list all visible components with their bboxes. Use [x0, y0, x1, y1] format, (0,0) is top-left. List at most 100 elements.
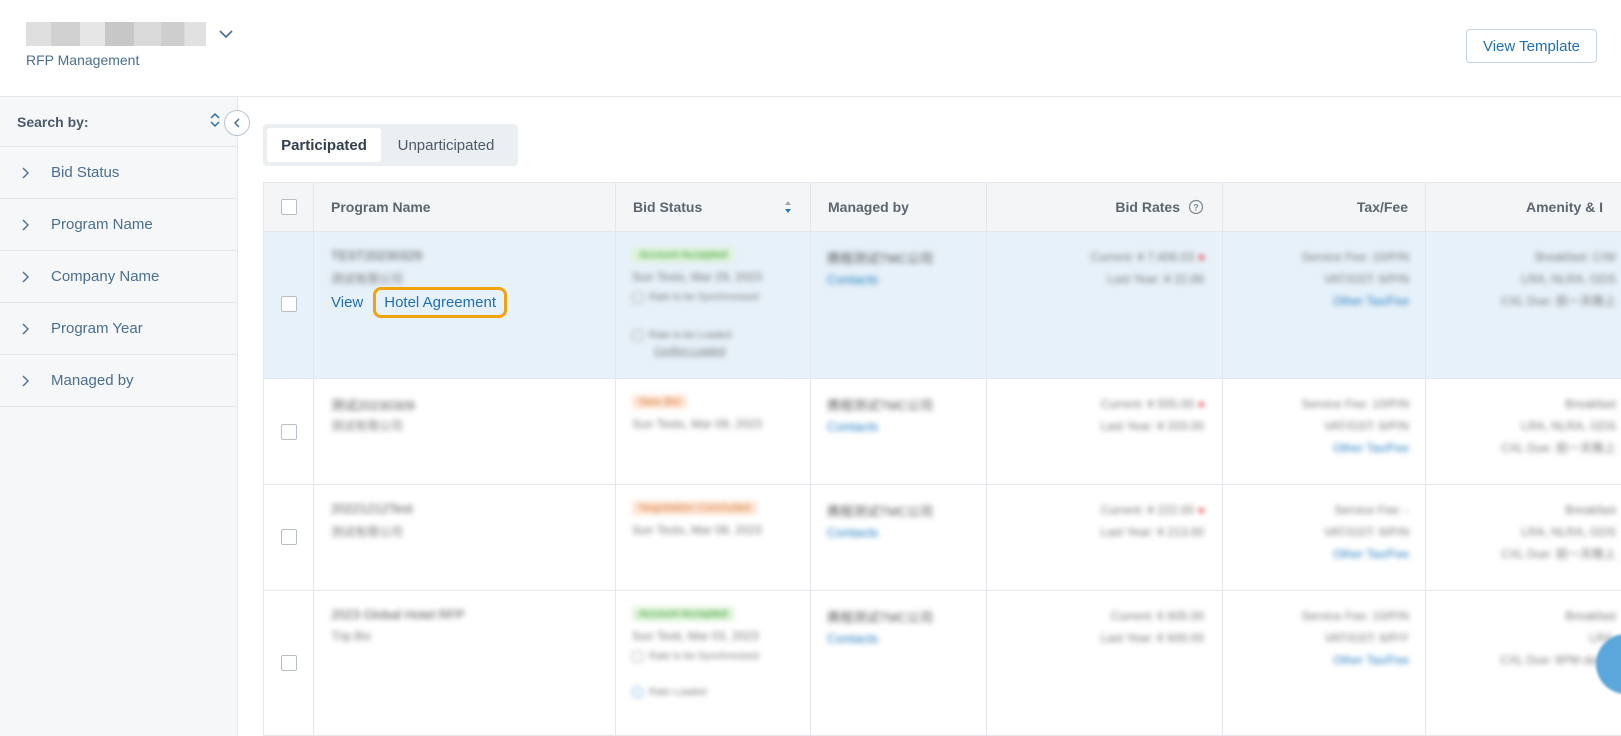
tab-participated[interactable]: Participated	[267, 128, 381, 162]
rates-cell: Current: € 605.00 Last Year: € 600.00	[987, 591, 1223, 735]
chevron-right-icon	[18, 218, 32, 232]
load-status: Rate to be Loaded	[632, 330, 731, 341]
amenity-rate-types: LRA, NLRA, GDS	[1521, 419, 1616, 433]
collapse-sidebar-button[interactable]	[224, 110, 250, 136]
status-badge: Negotiation Concluded	[632, 501, 758, 515]
status-date: Sun Testi, Mar 03, 2023	[632, 629, 759, 643]
amenity-rate-types: LRA,	[1589, 631, 1616, 645]
rates-cell: Current: ¥ 7,406.03 Last Year: ¥ 22.86	[987, 232, 1223, 378]
rates-values: Current: ¥ 555.00 Last Year: ¥ 333.00	[1101, 393, 1204, 437]
service-fee: Service Fee: 10/P/N	[1301, 609, 1409, 623]
tab-unparticipated[interactable]: Unparticipated	[381, 128, 511, 162]
contacts-link[interactable]: Contacts	[827, 631, 878, 646]
table-row: TEST20230329 测试有限公司 View Hotel Agreement…	[264, 232, 1621, 379]
company-name-redacted[interactable]	[26, 22, 206, 46]
filter-sidebar: Search by: Bid Status Program Name Compa…	[0, 97, 238, 736]
row-checkbox[interactable]	[281, 296, 297, 312]
tax-cell: Service Fee: 10/P/N VAT/GST: 6/P/N Other…	[1223, 379, 1426, 484]
top-header: RFP Management View Template	[0, 0, 1621, 97]
current-rate: Current: ¥ 222.00	[1100, 503, 1194, 517]
vat-gst: VAT/GST: 6/P/N	[1324, 419, 1409, 433]
chevron-left-icon	[233, 118, 240, 128]
sync-status: Rate to be Synchronized	[632, 651, 759, 662]
sync-status: Rate to be Synchronized	[632, 292, 759, 303]
tax-cell: Service Fee: 10/P/N VAT/GST: 6/P/N Other…	[1223, 232, 1426, 378]
sidebar-item-label: Managed by	[51, 372, 134, 389]
search-by-header[interactable]: Search by:	[0, 97, 237, 147]
service-fee: Service Fee: 10/P/N	[1301, 397, 1409, 411]
col-bid-status[interactable]: Bid Status	[616, 183, 811, 231]
status-cell: Account Accepted Sun Tests, Mar 29, 2023…	[616, 232, 811, 378]
rates-cell: Current: ¥ 222.00 Last Year: ¥ 213.00	[987, 485, 1223, 590]
current-rate: Current: ¥ 555.00	[1100, 397, 1194, 411]
select-all-checkbox[interactable]	[280, 199, 297, 215]
manager-name: 携程测试TMC公司	[827, 504, 934, 519]
confirm-loaded-link[interactable]: Confirm Loaded	[654, 346, 725, 357]
program-cell: 2023 Global Hotel RFP Trip.Biz	[314, 591, 616, 735]
amenity-breakfast: Breakfast	[1565, 503, 1616, 517]
row-checkbox[interactable]	[281, 655, 297, 671]
view-template-button[interactable]: View Template	[1466, 29, 1597, 63]
sidebar-item-label: Company Name	[51, 268, 160, 285]
page-subtitle: RFP Management	[26, 52, 140, 68]
table-header: Program Name Bid Status Managed by Bid R…	[264, 182, 1621, 232]
tax-values: Service Fee: 10/P/N VAT/GST: 6/P/Y Other…	[1302, 605, 1409, 671]
tax-cell: Service Fee: 10/P/N VAT/GST: 6/P/Y Other…	[1223, 591, 1426, 735]
col-amenity: Amenity & I	[1526, 199, 1604, 215]
amenity-breakfast: Breakfast	[1565, 609, 1616, 623]
other-tax-link[interactable]: Other Tax/Fee	[1324, 543, 1409, 565]
amenity-values: Breakfast LRA, NLRA, GDS CXL Due: 前一天晚上	[1501, 393, 1616, 459]
rfp-table: Program Name Bid Status Managed by Bid R…	[263, 182, 1621, 736]
service-fee: Service Fee: 10/P/N	[1301, 250, 1409, 264]
sort-icon[interactable]	[784, 200, 792, 217]
other-tax-link[interactable]: Other Tax/Fee	[1302, 649, 1409, 671]
contacts-link[interactable]: Contacts	[827, 272, 878, 287]
help-icon[interactable]: ?	[1188, 199, 1204, 215]
tax-cell: Service Fee: - VAT/GST: 6/P/N Other Tax/…	[1223, 485, 1426, 590]
contacts-link[interactable]: Contacts	[827, 525, 878, 540]
status-date: Sun Tests, Mar 08, 2023	[632, 523, 762, 537]
manager-name: 携程测试TMC公司	[827, 398, 934, 413]
chevron-down-icon[interactable]	[216, 24, 236, 44]
table-row: 测试20230309 测试有限公司 New Bid Sun Tests, Mar…	[264, 379, 1621, 485]
amenity-rate-types: LRA, NLRA, GDS	[1521, 272, 1616, 286]
sidebar-item-program-name[interactable]: Program Name	[0, 199, 237, 251]
participation-tabs: Participated Unparticipated	[263, 124, 518, 166]
program-cell: TEST20230329 测试有限公司 View Hotel Agreement	[314, 232, 616, 378]
sidebar-item-label: Program Year	[51, 320, 143, 337]
sidebar-item-bid-status[interactable]: Bid Status	[0, 147, 237, 199]
status-cell: New Bid Sun Tests, Mar 09, 2023	[616, 379, 811, 484]
amenity-breakfast: Breakfast	[1565, 397, 1616, 411]
manager-name: 携程测试TMC公司	[827, 251, 934, 266]
sort-toggle-icon[interactable]	[209, 112, 221, 131]
select-cell	[264, 485, 314, 590]
vat-gst: VAT/GST: 6/P/N	[1324, 272, 1409, 286]
sidebar-item-company-name[interactable]: Company Name	[0, 251, 237, 303]
manager-cell: 携程测试TMC公司 Contacts	[811, 379, 987, 484]
col-tax-fee: Tax/Fee	[1223, 183, 1426, 231]
current-rate: Current: ¥ 7,406.03	[1090, 250, 1194, 264]
amenity-values: Breakfast LRA, NLRA, GDS CXL Due: 前一天晚上	[1501, 499, 1616, 565]
tax-values: Service Fee: 10/P/N VAT/GST: 6/P/N Other…	[1302, 393, 1409, 459]
select-cell	[264, 591, 314, 735]
service-fee: Service Fee: -	[1334, 503, 1409, 517]
sidebar-item-program-year[interactable]: Program Year	[0, 303, 237, 355]
last-year-rate: Last Year: ¥ 22.86	[1107, 272, 1204, 286]
amenity-cxl: CXL Due: 前一天晚上	[1501, 547, 1616, 561]
header-select-cell	[264, 183, 314, 231]
sidebar-item-managed-by[interactable]: Managed by	[0, 355, 237, 407]
contacts-link[interactable]: Contacts	[827, 419, 878, 434]
amenity-breakfast: Breakfast: C/W	[1535, 250, 1616, 264]
program-name-text: 2023 Global Hotel RFP	[331, 607, 465, 622]
amenity-values: Breakfast: C/W LRA, NLRA, GDS CXL Due: 前…	[1501, 246, 1616, 312]
row-checkbox[interactable]	[281, 529, 297, 545]
program-name-text: 测试20230309	[331, 398, 415, 413]
other-tax-link[interactable]: Other Tax/Fee	[1302, 437, 1409, 459]
company-name-text: 测试有限公司	[331, 525, 404, 539]
hotel-agreement-link[interactable]: Hotel Agreement	[373, 287, 507, 318]
amenity-cell: Breakfast: C/W LRA, NLRA, GDS CXL Due: 前…	[1426, 232, 1621, 378]
other-tax-link[interactable]: Other Tax/Fee	[1302, 290, 1409, 312]
row-checkbox[interactable]	[281, 424, 297, 440]
amenity-cell: Breakfast LRA, NLRA, GDS CXL Due: 前一天晚上	[1426, 485, 1621, 590]
view-link[interactable]: View	[331, 294, 363, 311]
